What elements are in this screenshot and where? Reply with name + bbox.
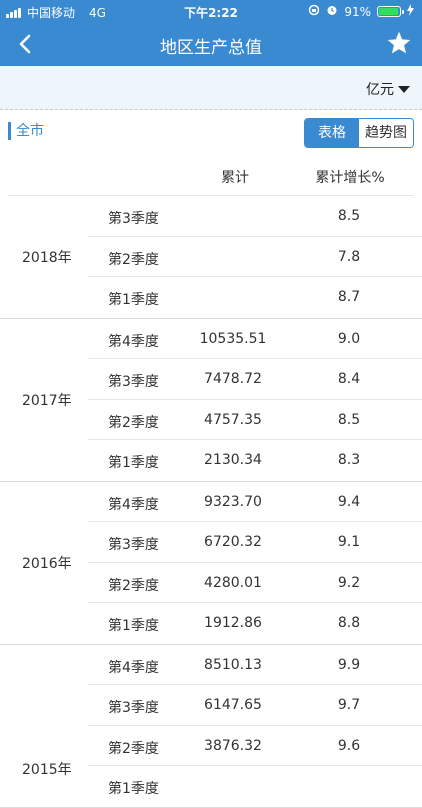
table-row[interactable]: 第1季度 1912.86 8.8 — [88, 603, 422, 644]
quarter-label: 第2季度 — [108, 740, 159, 757]
growth-value: 9.6 — [337, 737, 361, 754]
growth-value: 9.4 — [337, 493, 361, 510]
year-group: 2018年 第3季度 8.5 第2季度 7.8 第1季度 8.7 — [0, 196, 422, 319]
growth-value: 9.7 — [337, 697, 361, 713]
cumulative-value: 9323.70 — [204, 493, 262, 510]
cumulative-value: 2130.34 — [204, 452, 262, 468]
quarter-label: 第1季度 — [108, 455, 159, 471]
quarter-label: 第1季度 — [108, 781, 159, 797]
header-growth: 累计增长% — [315, 170, 385, 186]
region-label: 全市 — [8, 122, 44, 140]
quarter-label: 第2季度 — [108, 251, 159, 268]
growth-value: 7.8 — [337, 248, 361, 265]
table-row[interactable]: 第2季度 4280.01 9.2 — [88, 563, 422, 603]
view-toggle: 表格 趋势图 — [304, 118, 414, 148]
cumulative-value: 10535.51 — [199, 330, 267, 347]
quarter-label: 第3季度 — [108, 374, 159, 390]
quarter-label: 第2季度 — [108, 414, 159, 431]
table-row[interactable]: 第4季度 9323.70 9.4 — [88, 482, 422, 522]
cumulative-value: 1912.86 — [204, 615, 262, 631]
growth-value: 9.0 — [337, 330, 361, 347]
quarter-label: 第1季度 — [108, 292, 159, 308]
status-bar: 中国移动 4G 下午2:22 91% — [0, 0, 422, 22]
favorite-button[interactable] — [386, 30, 412, 56]
year-group: 2016年 第4季度 9323.70 9.4 第3季度 6720.32 9.1 … — [0, 482, 422, 645]
growth-value: 8.5 — [337, 208, 361, 224]
table-header: 累计 累计增长% — [0, 154, 422, 196]
caret-down-icon — [398, 85, 410, 93]
growth-value: 9.9 — [337, 656, 361, 673]
table-row[interactable]: 第3季度 8.5 — [88, 196, 422, 237]
cumulative-value: 7478.72 — [204, 371, 262, 387]
tab-table[interactable]: 表格 — [305, 119, 359, 147]
growth-value: 9.2 — [337, 574, 361, 591]
quarter-label: 第2季度 — [108, 577, 159, 594]
cumulative-value: 6720.32 — [204, 534, 262, 550]
charging-icon — [407, 4, 414, 19]
battery-icon — [377, 6, 404, 17]
table-row[interactable]: 第1季度 2130.34 8.3 — [88, 440, 422, 481]
cumulative-value: 6147.65 — [204, 697, 262, 713]
quarter-label: 第4季度 — [108, 659, 159, 676]
unit-selector[interactable]: 亿元 — [366, 79, 410, 99]
growth-value: 8.4 — [337, 371, 361, 387]
table-row[interactable]: 第4季度 8510.13 9.9 — [88, 645, 422, 685]
growth-value: 8.8 — [337, 615, 361, 631]
year-group: 2017年 第4季度 10535.51 9.0 第3季度 7478.72 8.4… — [0, 319, 422, 482]
cumulative-value: 4280.01 — [204, 574, 262, 591]
unit-label: 亿元 — [366, 82, 394, 98]
table-row[interactable]: 第2季度 7.8 — [88, 237, 422, 277]
table-row[interactable]: 第3季度 6147.65 9.7 — [88, 685, 422, 726]
nav-bar: 地区生产总值 — [0, 22, 422, 66]
quarter-label: 第3季度 — [108, 211, 159, 227]
growth-value: 8.5 — [337, 411, 361, 428]
year-label: 2018年 — [22, 250, 72, 266]
quarter-label: 第4季度 — [108, 333, 159, 350]
alarm-icon — [326, 4, 338, 19]
status-right: 91% — [308, 4, 414, 19]
year-label: 2017年 — [22, 392, 72, 409]
table-row[interactable]: 第2季度 4757.35 8.5 — [88, 400, 422, 440]
table-row[interactable]: 第4季度 10535.51 9.0 — [88, 319, 422, 359]
table-row[interactable]: 第3季度 7478.72 8.4 — [88, 359, 422, 400]
page-title: 地区生产总值 — [160, 38, 262, 58]
cumulative-value: 4757.35 — [204, 411, 262, 428]
growth-value: 8.3 — [337, 452, 361, 468]
table-row[interactable]: 第1季度 — [88, 766, 422, 807]
year-group: 2015年 第4季度 8510.13 9.9 第3季度 6147.65 9.7 … — [0, 645, 422, 808]
quarter-label: 第3季度 — [108, 700, 159, 716]
star-icon — [387, 31, 411, 54]
header-cumulative: 累计 — [221, 170, 249, 186]
rotation-lock-icon — [308, 4, 320, 19]
view-switch-row: 全市 表格 趋势图 — [0, 110, 422, 154]
unit-bar: 亿元 — [0, 66, 422, 110]
quarter-label: 第1季度 — [108, 618, 159, 634]
year-label: 2016年 — [22, 555, 72, 572]
table-row[interactable]: 第3季度 6720.32 9.1 — [88, 522, 422, 563]
growth-value: 9.1 — [337, 534, 361, 550]
quarter-label: 第3季度 — [108, 537, 159, 553]
table-row[interactable]: 第2季度 3876.32 9.6 — [88, 726, 422, 766]
quarter-label: 第4季度 — [108, 496, 159, 513]
data-table: 2018年 第3季度 8.5 第2季度 7.8 第1季度 8.7 2017年 第… — [0, 196, 422, 808]
battery-percent: 91% — [344, 4, 371, 19]
growth-value: 8.7 — [337, 289, 361, 305]
year-label: 2015年 — [22, 761, 72, 778]
table-row[interactable]: 第1季度 8.7 — [88, 277, 422, 318]
cumulative-value: 8510.13 — [204, 656, 262, 673]
cumulative-value: 3876.32 — [204, 737, 262, 754]
tab-trend[interactable]: 趋势图 — [359, 119, 413, 147]
